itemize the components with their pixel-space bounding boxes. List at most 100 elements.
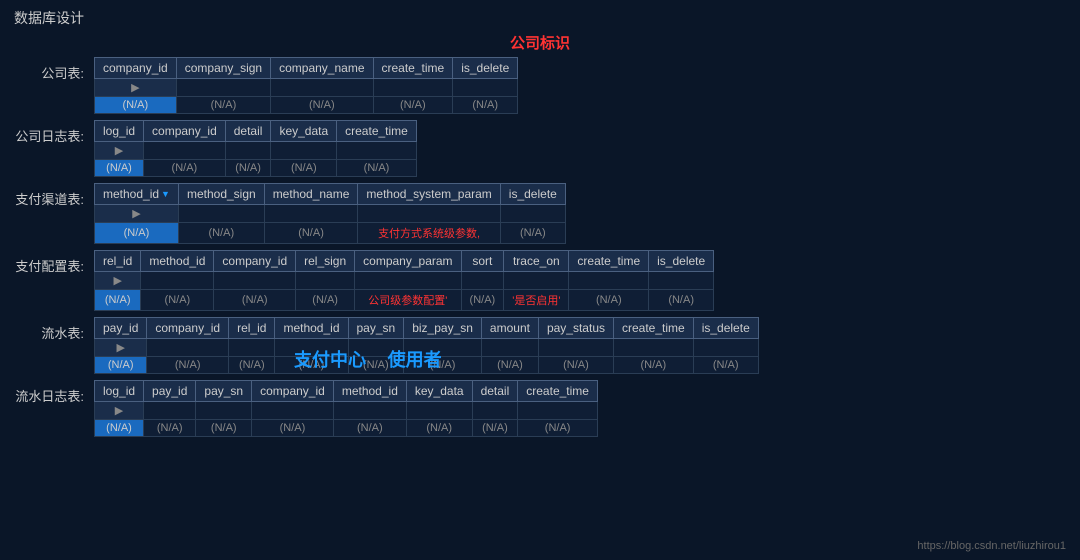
cell	[693, 339, 758, 357]
cell	[229, 339, 275, 357]
payment-config-table: rel_id method_id company_id rel_sign com…	[94, 250, 714, 311]
cell	[271, 79, 373, 97]
col-create-time: create_time	[614, 318, 694, 339]
cell: (N/A)	[176, 97, 270, 114]
payment-config-table-container: rel_id method_id company_id rel_sign com…	[94, 250, 714, 311]
col-is-delete: is_delete	[453, 58, 518, 79]
cell	[614, 339, 694, 357]
transaction-table-container: pay_id company_id rel_id method_id pay_s…	[94, 317, 759, 374]
cell: (N/A)	[406, 420, 472, 437]
cell-highlighted: (N/A)	[95, 357, 147, 374]
cell	[472, 402, 518, 420]
transaction-log-table-section: 流水日志表: log_id pay_id pay_sn company_id m…	[14, 380, 1066, 437]
company-table-section: 公司表: company_id company_sign company_nam…	[14, 57, 1066, 114]
cell: (N/A)	[196, 420, 252, 437]
cell	[214, 272, 296, 290]
cell: (N/A)	[518, 420, 598, 437]
transaction-table: pay_id company_id rel_id method_id pay_s…	[94, 317, 759, 374]
payment-channel-table-section: 支付渠道表: method_id ▼ method_sign method_na…	[14, 183, 1066, 244]
cell: (N/A)	[333, 420, 406, 437]
cell	[355, 272, 461, 290]
arrow-cell: ▶	[95, 272, 141, 290]
cell-red: 公司级参数配置'	[355, 290, 461, 311]
arrow-cell: ▶	[95, 142, 144, 160]
cell-highlighted: (N/A)	[95, 420, 144, 437]
cell	[538, 339, 613, 357]
cell	[196, 402, 252, 420]
col-create-time: create_time	[569, 251, 649, 272]
col-company-id: company_id	[144, 121, 226, 142]
col-rel-sign: rel_sign	[296, 251, 355, 272]
payment-channel-table-container: method_id ▼ method_sign method_name meth…	[94, 183, 566, 244]
cell: (N/A)	[147, 357, 229, 374]
cell: (N/A)	[649, 290, 714, 311]
company-table-label: 公司表:	[14, 57, 94, 82]
col-rel-id: rel_id	[229, 318, 275, 339]
col-is-delete: is_delete	[500, 184, 565, 205]
bottom-url: https://blog.csdn.net/liuzhirou1	[917, 540, 1066, 552]
col-sort: sort	[461, 251, 504, 272]
col-create-time: create_time	[518, 381, 598, 402]
col-log-id: log_id	[95, 121, 144, 142]
payment-config-table-label: 支付配置表:	[14, 250, 94, 275]
arrow-cell: ▶	[95, 79, 177, 97]
arrow-cell: ▶	[95, 339, 147, 357]
payment-channel-table: method_id ▼ method_sign method_name meth…	[94, 183, 566, 244]
transaction-table-section: 流水表: pay_id company_id rel_id method_id …	[14, 317, 1066, 374]
col-detail: detail	[225, 121, 271, 142]
col-company-id: company_id	[252, 381, 334, 402]
cell	[348, 339, 404, 357]
col-method-sign: method_sign	[178, 184, 264, 205]
cell: (N/A)	[693, 357, 758, 374]
col-method-system-param: method_system_param	[358, 184, 500, 205]
cell-highlighted: (N/A)	[95, 160, 144, 177]
cell: (N/A)	[229, 357, 275, 374]
payment-config-table-section: 支付配置表: rel_id method_id company_id rel_s…	[14, 250, 1066, 311]
cell	[649, 272, 714, 290]
cell: (N/A)	[271, 97, 373, 114]
cell	[141, 272, 214, 290]
company-table: company_id company_sign company_name cre…	[94, 57, 518, 114]
col-pay-sn: pay_sn	[196, 381, 252, 402]
cell: (N/A)	[271, 160, 337, 177]
col-pay-sn: pay_sn	[348, 318, 404, 339]
transaction-log-table: log_id pay_id pay_sn company_id method_i…	[94, 380, 598, 437]
cell	[264, 205, 358, 223]
cell: (N/A)	[453, 97, 518, 114]
cell: (N/A)	[214, 290, 296, 311]
dropdown-arrow-icon: ▼	[161, 189, 170, 199]
cell: (N/A)	[569, 290, 649, 311]
cell	[296, 272, 355, 290]
cell: (N/A)	[178, 223, 264, 244]
payment-channel-table-label: 支付渠道表:	[14, 183, 94, 208]
cell	[518, 402, 598, 420]
cell: (N/A)	[252, 420, 334, 437]
transaction-log-table-container: log_id pay_id pay_sn company_id method_i…	[94, 380, 598, 437]
cell: (N/A)	[614, 357, 694, 374]
cell	[481, 339, 538, 357]
arrow-cell: ▶	[95, 402, 144, 420]
cell	[569, 272, 649, 290]
col-method-id: method_id ▼	[95, 184, 179, 205]
cell: (N/A)	[144, 160, 226, 177]
cell: (N/A)	[275, 357, 348, 374]
gongsi-biaoshi-label: 公司标识	[510, 35, 570, 52]
cell	[461, 272, 504, 290]
col-create-time: create_time	[337, 121, 417, 142]
col-company-sign: company_sign	[176, 58, 270, 79]
cell	[504, 272, 569, 290]
cell	[373, 79, 453, 97]
cell	[225, 142, 271, 160]
company-log-table: log_id company_id detail key_data create…	[94, 120, 417, 177]
cell	[358, 205, 500, 223]
col-key-data: key_data	[406, 381, 472, 402]
col-method-name: method_name	[264, 184, 358, 205]
cell: (N/A)	[225, 160, 271, 177]
cell	[275, 339, 348, 357]
cell	[144, 142, 226, 160]
cell-highlighted: (N/A)	[95, 97, 177, 114]
col-rel-id: rel_id	[95, 251, 141, 272]
company-log-table-section: 公司日志表: log_id company_id detail key_data…	[14, 120, 1066, 177]
cell: (N/A)	[461, 290, 504, 311]
col-company-id: company_id	[147, 318, 229, 339]
